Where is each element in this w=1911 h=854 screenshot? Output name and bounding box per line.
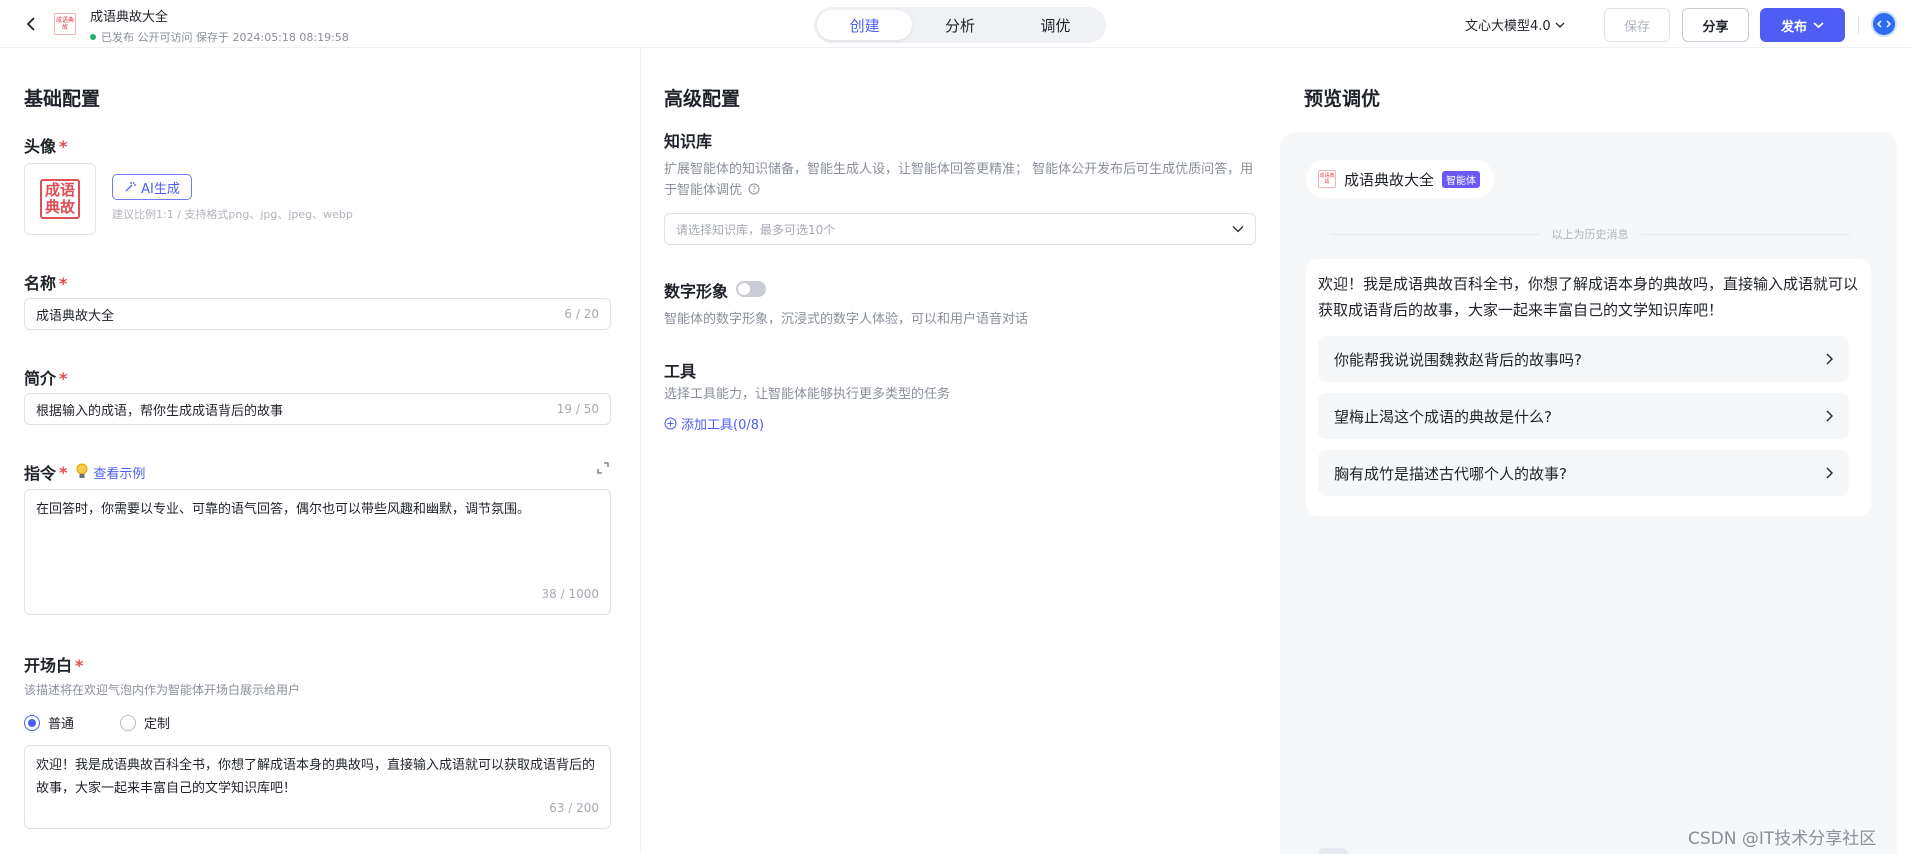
radio-normal-label: 普通 [48, 717, 75, 732]
intro-input[interactable]: 根据输入的成语，帮你生成成语背后的故事 19 / 50 [24, 393, 611, 425]
opening-textarea[interactable]: 欢迎！我是成语典故百科全书，你想了解成语本身的典故吗，直接输入成语就可以获取成语… [24, 745, 611, 829]
column-divider [640, 48, 641, 854]
digital-avatar-hint: 智能体的数字形象，沉浸式的数字人体验，可以和用户语音对话 [664, 312, 1029, 327]
name-input[interactable]: 成语典故大全 6 / 20 [24, 298, 611, 330]
status-dot [90, 34, 96, 40]
avatar-label: 头像 * [24, 137, 68, 156]
question-text: 胸有成竹是描述古代哪个人的故事? [1334, 464, 1567, 483]
opening-hint: 该描述将在欢迎气泡内作为智能体开场白展示给用户 [24, 683, 301, 697]
history-text: 以上为历史消息 [1551, 228, 1629, 241]
suggested-question[interactable]: 你能帮我说说围魏救赵背后的故事吗? [1318, 336, 1849, 382]
intro-count: 19 / 50 [556, 402, 599, 416]
tab-tune[interactable]: 调优 [1008, 10, 1103, 40]
app-logo: 成语典故 [54, 13, 76, 35]
digital-avatar-label: 数字形象 [664, 282, 729, 301]
chevron-down-icon [1813, 22, 1824, 29]
add-tool-label: 添加工具(0/8) [681, 418, 765, 433]
opening-type-radios: 普通 定制 [24, 713, 170, 732]
tab-create[interactable]: 创建 [817, 10, 913, 40]
advanced-config-title: 高级配置 [664, 88, 741, 110]
tab-analyze[interactable]: 分析 [912, 10, 1007, 40]
top-bar: 成语典故 成语典故大全 已发布 公开可访问 保存于 2024:05:18 08:… [0, 0, 1911, 48]
tools-label: 工具 [664, 362, 697, 381]
knowledge-base-hint: 扩展智能体的知识储备，智能生成人设，让智能体回答更精准； 智能体公开发布后可生成… [664, 162, 1254, 198]
suggested-question[interactable]: 胸有成竹是描述古代哪个人的故事? [1318, 450, 1849, 496]
chevron-down-icon [1232, 226, 1244, 233]
tools-hint: 选择工具能力，让智能体能够执行更多类型的任务 [664, 387, 951, 402]
basic-config-title: 基础配置 [24, 88, 101, 110]
knowledge-base-placeholder: 请选择知识库，最多可选10个 [676, 222, 836, 237]
lightbulb-icon [76, 463, 88, 478]
instruction-count: 38 / 1000 [541, 587, 599, 601]
bot-logo: 成语典故 [1318, 170, 1336, 188]
save-button[interactable]: 保存 [1604, 8, 1670, 42]
chevron-right-icon [1826, 353, 1833, 365]
digital-avatar-toggle[interactable] [736, 281, 766, 297]
view-example-link[interactable]: 查看示例 [93, 463, 145, 482]
model-name: 文心大模型4.0 [1465, 19, 1551, 34]
name-count: 6 / 20 [564, 307, 599, 321]
avatar-hint: 建议比例1:1 / 支持格式png、jpg、jpeg、webp [112, 208, 353, 221]
header-divider [1858, 16, 1859, 34]
plus-circle-icon [664, 417, 677, 430]
profile-icon [1877, 20, 1891, 28]
publish-label: 发布 [1780, 19, 1807, 35]
publish-button[interactable]: 发布 [1760, 8, 1845, 42]
name-value: 成语典故大全 [36, 308, 115, 324]
mode-tabs: 创建 分析 调优 [814, 7, 1106, 43]
ai-generate-button[interactable]: AI生成 [112, 174, 192, 200]
magic-wand-icon [125, 182, 137, 192]
help-icon[interactable]: ? [748, 183, 760, 195]
preview-title: 预览调优 [1304, 88, 1381, 110]
ai-generate-label: AI生成 [141, 181, 180, 197]
input-bar-edge [1318, 848, 1348, 854]
chevron-down-icon [1555, 22, 1565, 28]
app-name: 成语典故大全 [90, 10, 169, 25]
radio-normal[interactable] [24, 714, 40, 731]
model-selector[interactable]: 文心大模型4.0 [1465, 15, 1565, 34]
avatar-seal-image: 成语典故 [40, 179, 80, 219]
instruction-textarea[interactable]: 在回答时，你需要以专业、可靠的语气回答，偶尔也可以带些风趣和幽默，调节氛围。 3… [24, 489, 611, 615]
radio-custom[interactable] [120, 714, 137, 731]
knowledge-base-select[interactable]: 请选择知识库，最多可选10个 [664, 213, 1256, 245]
intro-label: 简介 * [24, 369, 68, 388]
bot-name: 成语典故大全 [1344, 170, 1435, 189]
avatar-upload[interactable]: 成语典故 [24, 163, 96, 235]
knowledge-base-label: 知识库 [664, 132, 713, 151]
expand-icon[interactable] [597, 462, 609, 474]
add-tool-button[interactable]: 添加工具(0/8) [664, 414, 764, 433]
question-text: 望梅止渴这个成语的典故是什么? [1334, 407, 1552, 426]
watermark: CSDN @IT技术分享社区 [1688, 829, 1877, 849]
user-avatar[interactable] [1871, 11, 1897, 37]
chevron-right-icon [1826, 410, 1833, 422]
status-text: 已发布 公开可访问 保存于 2024:05:18 08:19:58 [101, 31, 349, 44]
history-divider: 以上为历史消息 [1330, 226, 1850, 242]
name-label: 名称 * [24, 274, 68, 293]
share-button[interactable]: 分享 [1682, 8, 1749, 42]
back-arrow-icon [26, 17, 35, 31]
opening-label: 开场白 * [24, 656, 84, 675]
suggested-question[interactable]: 望梅止渴这个成语的典故是什么? [1318, 393, 1849, 439]
radio-custom-label: 定制 [144, 717, 171, 732]
svg-text:?: ? [752, 185, 756, 194]
chevron-right-icon [1826, 467, 1833, 479]
question-text: 你能帮我说说围魏救赵背后的故事吗? [1334, 350, 1582, 369]
opening-value: 欢迎！我是成语典故百科全书，你想了解成语本身的典故吗，直接输入成语就可以获取成语… [36, 758, 596, 796]
intro-value: 根据输入的成语，帮你生成成语背后的故事 [36, 403, 284, 419]
publish-status: 已发布 公开可访问 保存于 2024:05:18 08:19:58 [90, 29, 349, 45]
instruction-label: 指令 * 查看示例 [24, 462, 146, 484]
back-button[interactable] [20, 12, 42, 36]
welcome-message: 欢迎！我是成语典故百科全书，你想了解成语本身的典故吗，直接输入成语就可以获取成语… [1318, 275, 1859, 319]
opening-count: 63 / 200 [549, 801, 599, 815]
agent-badge: 智能体 [1442, 170, 1481, 188]
bot-chip: 成语典故 成语典故大全 智能体 [1306, 160, 1495, 198]
instruction-value: 在回答时，你需要以专业、可靠的语气回答，偶尔也可以带些风趣和幽默，调节氛围。 [36, 502, 531, 517]
